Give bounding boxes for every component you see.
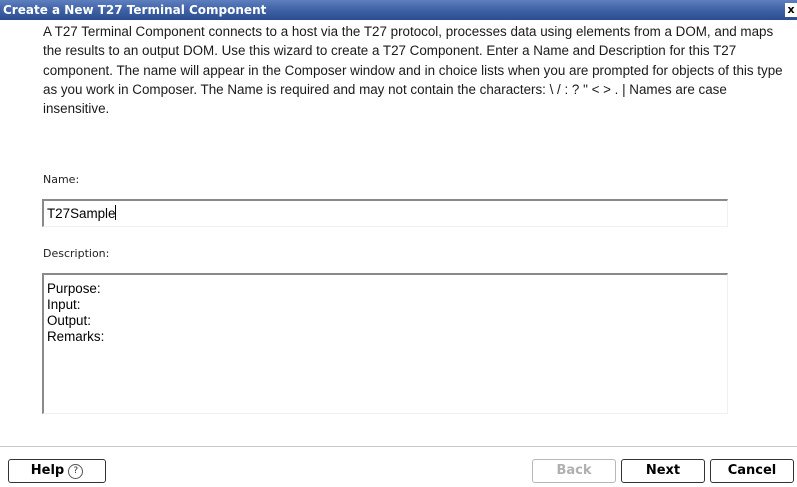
description-label: Description: — [43, 247, 110, 260]
name-input[interactable]: T27Sample — [42, 199, 728, 227]
description-line-purpose: Purpose: — [47, 281, 101, 296]
description-line-output: Output: — [47, 313, 91, 328]
next-button[interactable]: Next — [621, 459, 705, 483]
cancel-button[interactable]: Cancel — [710, 459, 794, 483]
close-icon[interactable]: x — [785, 3, 797, 17]
description-textarea[interactable]: Purpose: Input: Output: Remarks: — [42, 273, 728, 414]
create-t27-component-dialog: Create a New T27 Terminal Component x A … — [0, 0, 797, 487]
title-bar: Create a New T27 Terminal Component x — [0, 0, 797, 20]
description-line-remarks: Remarks: — [47, 329, 105, 344]
name-label: Name: — [43, 173, 80, 186]
help-button[interactable]: Help? — [8, 459, 106, 483]
text-caret — [115, 205, 117, 220]
help-icon: ? — [68, 464, 84, 479]
intro-text: A T27 Terminal Component connects to a h… — [43, 24, 783, 117]
button-bar: Help? Back Next Cancel — [0, 447, 797, 487]
name-input-value: T27Sample — [47, 206, 116, 221]
back-button[interactable]: Back — [532, 459, 616, 483]
description-line-input: Input: — [47, 297, 81, 312]
help-button-label: Help — [30, 463, 65, 478]
window-title: Create a New T27 Terminal Component — [3, 3, 267, 17]
